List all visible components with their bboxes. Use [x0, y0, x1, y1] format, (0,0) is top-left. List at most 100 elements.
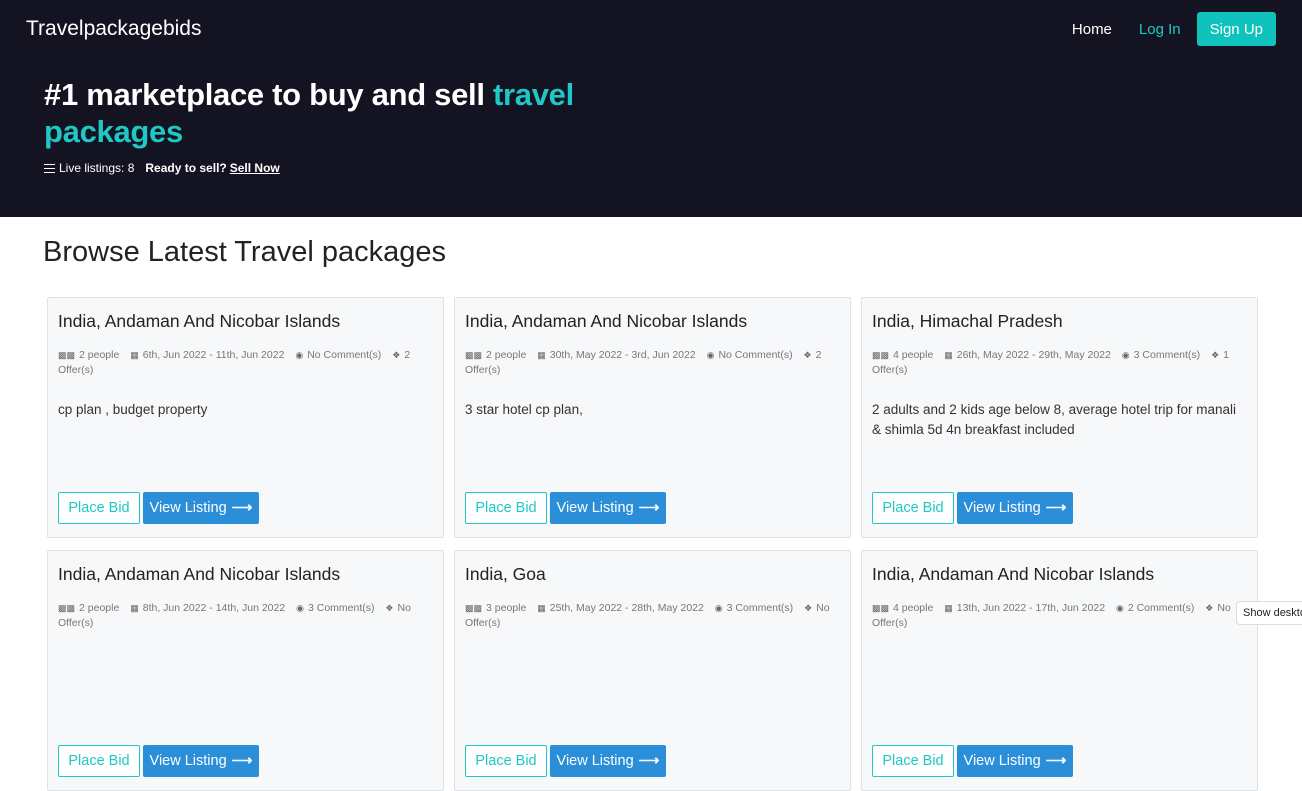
listing-offers-label: Offer(s)	[465, 617, 501, 629]
handshake-icon: ❖	[1211, 350, 1220, 360]
listing-card: India, Andaman And Nicobar Islands ▩▩ 2 p…	[47, 550, 444, 791]
signup-button[interactable]: Sign Up	[1196, 12, 1276, 46]
calendar-icon: ▦	[537, 350, 546, 360]
handshake-icon: ❖	[803, 350, 812, 360]
place-bid-button[interactable]: Place Bid	[872, 745, 954, 777]
listing-offers-count: No	[816, 602, 830, 614]
listing-dates: 25th, May 2022 - 28th, May 2022	[549, 602, 704, 614]
view-listing-label: View Listing	[556, 753, 634, 769]
listing-dates: 26th, May 2022 - 29th, May 2022	[956, 349, 1111, 361]
view-listing-button[interactable]: View Listing ⟶	[550, 745, 666, 777]
people-icon: ▩▩	[465, 350, 483, 360]
listing-offers-label: Offer(s)	[872, 364, 908, 376]
listing-offers-count: No	[1217, 602, 1231, 614]
listing-meta: ▩▩ 2 people ▦ 6th, Jun 2022 - 11th, Jun 20…	[58, 348, 433, 378]
brand-logo[interactable]: Travelpackagebids	[26, 17, 202, 41]
listing-people: 4 people	[893, 349, 934, 361]
listing-title[interactable]: India, Andaman And Nicobar Islands	[58, 564, 433, 585]
handshake-icon: ❖	[392, 350, 401, 360]
people-icon: ▩▩	[872, 350, 890, 360]
view-listing-button[interactable]: View Listing ⟶	[957, 492, 1073, 524]
headline-main: #1 marketplace to buy and sell	[44, 77, 493, 112]
view-listing-label: View Listing	[963, 500, 1041, 516]
handshake-icon: ❖	[804, 603, 813, 613]
listing-title[interactable]: India, Andaman And Nicobar Islands	[872, 564, 1247, 585]
view-listing-label: View Listing	[556, 500, 634, 516]
comments-icon: ◉	[1115, 603, 1124, 613]
calendar-icon: ▦	[537, 603, 546, 613]
comments-icon: ◉	[706, 350, 715, 360]
listing-actions: Place Bid View Listing ⟶	[465, 745, 666, 777]
view-listing-label: View Listing	[963, 753, 1041, 769]
hero-banner: Travelpackagebids Home Log In Sign Up #1…	[0, 0, 1302, 217]
section-title: Browse Latest Travel packages	[43, 236, 446, 268]
listing-card: India, Himachal Pradesh ▩▩ 4 people ▦ 26th…	[861, 297, 1258, 538]
arrow-right-icon: ⟶	[231, 753, 253, 769]
listing-offers-label: Offer(s)	[58, 617, 94, 629]
people-icon: ▩▩	[58, 603, 76, 613]
view-listing-label: View Listing	[149, 753, 227, 769]
place-bid-button[interactable]: Place Bid	[465, 745, 547, 777]
listing-title[interactable]: India, Himachal Pradesh	[872, 311, 1247, 332]
listing-comments: 3 Comment(s)	[726, 602, 794, 614]
place-bid-button[interactable]: Place Bid	[58, 492, 140, 524]
listing-people: 2 people	[79, 602, 120, 614]
calendar-icon: ▦	[944, 603, 953, 613]
listing-actions: Place Bid View Listing ⟶	[465, 492, 666, 524]
listing-card: India, Andaman And Nicobar Islands ▩▩ 2 p…	[454, 297, 851, 538]
listing-people: 2 people	[79, 349, 120, 361]
listing-offers-label: Offer(s)	[872, 617, 908, 629]
sell-now-link[interactable]: Sell Now	[230, 161, 280, 175]
arrow-right-icon: ⟶	[638, 753, 660, 769]
listing-offers-count: No	[397, 602, 411, 614]
listing-meta: ▩▩ 2 people ▦ 8th, Jun 2022 - 14th, Jun 20…	[58, 601, 433, 631]
calendar-icon: ▦	[130, 350, 139, 360]
place-bid-button[interactable]: Place Bid	[872, 492, 954, 524]
view-listing-button[interactable]: View Listing ⟶	[550, 492, 666, 524]
calendar-icon: ▦	[130, 603, 139, 613]
hero-meta: Live listings: 8 Ready to sell? Sell Now	[44, 161, 280, 175]
listing-description: cp plan , budget property	[58, 402, 208, 417]
people-icon: ▩▩	[872, 603, 890, 613]
listing-card: India, Goa ▩▩ 3 people ▦ 25th, May 2022 - …	[454, 550, 851, 791]
listing-dates: 13th, Jun 2022 - 17th, Jun 2022	[956, 602, 1106, 614]
listing-actions: Place Bid View Listing ⟶	[872, 745, 1073, 777]
listing-dates: 6th, Jun 2022 - 11th, Jun 2022	[142, 349, 285, 361]
listing-title[interactable]: India, Goa	[465, 564, 840, 585]
listing-title[interactable]: India, Andaman And Nicobar Islands	[58, 311, 433, 332]
view-listing-button[interactable]: View Listing ⟶	[143, 492, 259, 524]
comments-icon: ◉	[1121, 350, 1130, 360]
nav-home-link[interactable]: Home	[1072, 21, 1112, 38]
arrow-right-icon: ⟶	[638, 500, 660, 516]
listing-meta: ▩▩ 4 people ▦ 13th, Jun 2022 - 17th, Jun 2…	[872, 601, 1247, 631]
people-icon: ▩▩	[58, 350, 76, 360]
place-bid-button[interactable]: Place Bid	[58, 745, 140, 777]
listing-description: 3 star hotel cp plan,	[465, 402, 583, 417]
listing-offers-label: Offer(s)	[58, 364, 94, 376]
listing-dates: 8th, Jun 2022 - 14th, Jun 2022	[142, 602, 286, 614]
list-icon	[44, 163, 55, 173]
listing-card: India, Andaman And Nicobar Islands ▩▩ 4 p…	[861, 550, 1258, 791]
listing-comments: 3 Comment(s)	[307, 602, 375, 614]
listing-people: 4 people	[893, 602, 934, 614]
hero-headline: #1 marketplace to buy and sell travel pa…	[44, 76, 604, 150]
place-bid-button[interactable]: Place Bid	[465, 492, 547, 524]
show-desktop-tooltip: Show desktop	[1236, 601, 1302, 625]
handshake-icon: ❖	[385, 603, 394, 613]
comments-icon: ◉	[714, 603, 723, 613]
listing-description: 2 adults and 2 kids age below 8, average…	[872, 402, 1236, 437]
live-listings-count: Live listings: 8	[59, 161, 135, 175]
listing-comments: 3 Comment(s)	[1133, 349, 1201, 361]
listing-meta: ▩▩ 3 people ▦ 25th, May 2022 - 28th, May 2…	[465, 601, 840, 631]
listing-title[interactable]: India, Andaman And Nicobar Islands	[465, 311, 840, 332]
view-listing-button[interactable]: View Listing ⟶	[143, 745, 259, 777]
listings-grid: India, Andaman And Nicobar Islands ▩▩ 2 p…	[47, 297, 1258, 791]
listing-actions: Place Bid View Listing ⟶	[58, 492, 259, 524]
top-nav: Home Log In Sign Up	[1072, 12, 1276, 46]
listing-offers-count: 1	[1223, 349, 1229, 361]
comments-icon: ◉	[296, 603, 304, 613]
listing-comments: No Comment(s)	[718, 349, 793, 361]
nav-login-link[interactable]: Log In	[1139, 21, 1181, 38]
view-listing-button[interactable]: View Listing ⟶	[957, 745, 1073, 777]
comments-icon: ◉	[295, 350, 304, 360]
